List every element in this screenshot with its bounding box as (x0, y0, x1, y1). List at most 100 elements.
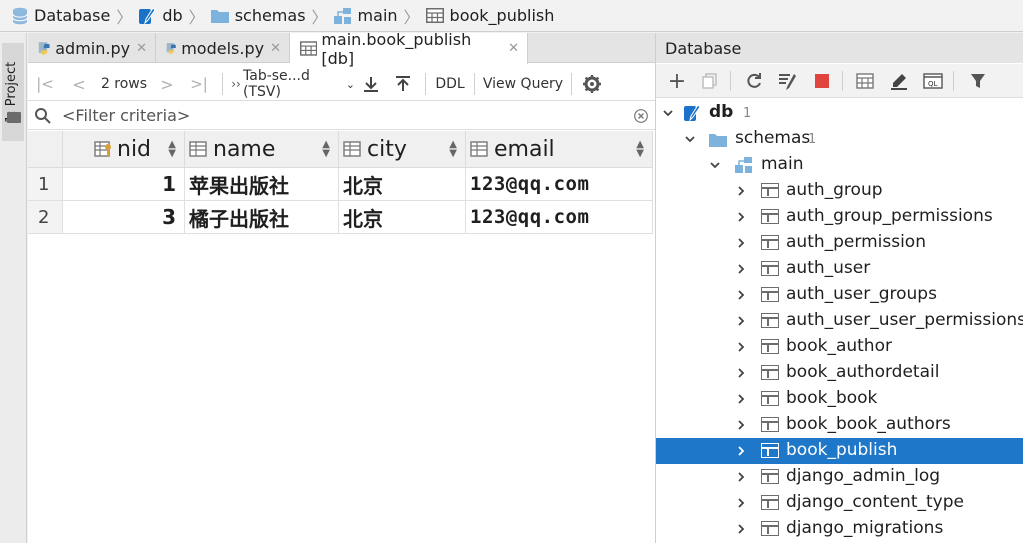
chevron-right-icon[interactable] (735, 393, 747, 405)
chevron-right-icon[interactable] (735, 289, 747, 301)
gear-icon[interactable] (578, 69, 606, 99)
table-icon (761, 339, 779, 354)
project-tool-tab[interactable]: 1: Project (2, 43, 24, 141)
tab-models-py[interactable]: models.py ✕ (156, 33, 290, 63)
export-format-select[interactable]: Tab-se...d (TSV) ⌄ (243, 68, 355, 100)
close-icon[interactable]: ✕ (270, 41, 281, 56)
duplicate-icon[interactable] (699, 70, 721, 92)
chevron-right-icon[interactable] (735, 497, 747, 509)
primary-key-column-icon (94, 141, 111, 157)
chevrons-icon: ›› (231, 77, 241, 91)
column-header-name[interactable]: name ▲ ▼ (185, 131, 339, 168)
tree-node-table[interactable]: auth_group_permissions (656, 204, 1023, 230)
download-icon[interactable] (355, 69, 387, 99)
row-number[interactable]: 1 (28, 168, 63, 201)
cell-email[interactable]: 123@qq.com (466, 168, 653, 201)
chevron-right-icon[interactable] (735, 471, 747, 483)
breadcrumb-schemas[interactable]: schemas (210, 0, 306, 32)
edit-icon[interactable] (888, 70, 910, 92)
sort-icon[interactable]: ▲ ▼ (168, 140, 176, 159)
column-header-nid[interactable]: nid ▲ ▼ (63, 131, 185, 168)
filter-input[interactable]: <Filter criteria> (62, 106, 190, 125)
table-icon (425, 8, 444, 23)
tree-node-schemas[interactable]: schemas 1 (656, 126, 1023, 152)
chevron-right-icon[interactable] (735, 315, 747, 327)
tree-node-db[interactable]: db 1 (656, 100, 1023, 126)
column-header-city[interactable]: city ▲ ▼ (339, 131, 466, 168)
chevron-right-icon[interactable] (735, 341, 747, 353)
first-page-icon[interactable]: |< (28, 69, 62, 99)
tree-node-table[interactable]: auth_user (656, 256, 1023, 282)
tab-admin-py[interactable]: admin.py ✕ (28, 33, 156, 63)
tree-node-table[interactable]: auth_group (656, 178, 1023, 204)
tab-main-book-publish[interactable]: main.book_publish [db] ✕ (290, 30, 528, 68)
cell-nid[interactable]: 3 (63, 201, 185, 234)
chevron-right-icon[interactable] (735, 523, 747, 535)
sort-icon[interactable]: ▲ ▼ (322, 140, 330, 159)
cell-name[interactable]: 橘子出版社 (185, 201, 339, 234)
breadcrumb-book-publish[interactable]: book_publish (425, 0, 554, 32)
cell-nid[interactable]: 1 (63, 168, 185, 201)
tree-node-table[interactable]: book_author (656, 334, 1023, 360)
tree-node-label: django_content_type (786, 492, 964, 512)
chevron-right-icon[interactable] (735, 237, 747, 249)
tree-node-table[interactable]: auth_user_user_permissions (656, 308, 1023, 334)
refresh-icon[interactable] (743, 70, 765, 92)
close-icon[interactable]: ✕ (508, 41, 519, 56)
breadcrumb-database[interactable]: Database (12, 0, 110, 32)
folder-icon (7, 112, 21, 123)
row-count[interactable]: 2 rows (96, 69, 152, 99)
stop-icon[interactable] (811, 70, 833, 92)
chevron-down-icon[interactable] (709, 159, 721, 171)
tree-node-table[interactable]: django_content_type (656, 490, 1023, 516)
prev-page-icon[interactable]: < (62, 69, 96, 99)
properties-icon[interactable] (777, 70, 799, 92)
chevron-right-icon[interactable] (735, 185, 747, 197)
table-editor-icon[interactable] (854, 70, 876, 92)
console-icon[interactable]: QL (922, 70, 944, 92)
cell-city[interactable]: 北京 (339, 201, 466, 234)
database-panel-title: Database (656, 33, 1023, 63)
chevron-right-icon[interactable] (735, 263, 747, 275)
row-number[interactable]: 2 (28, 201, 63, 234)
ddl-button[interactable]: DDL (432, 69, 468, 99)
close-icon[interactable]: ✕ (136, 41, 147, 56)
add-icon[interactable]: + (666, 69, 688, 94)
chevron-down-icon[interactable] (684, 133, 696, 145)
breadcrumb-db[interactable]: db (138, 0, 183, 32)
tree-node-label: auth_user_groups (786, 284, 937, 304)
chevron-right-icon[interactable] (735, 419, 747, 431)
tree-node-label: main (761, 154, 804, 174)
chevron-down-icon[interactable] (662, 107, 674, 119)
chevron-right-icon[interactable] (735, 211, 747, 223)
tree-node-table[interactable]: book_book_authors (656, 412, 1023, 438)
cell-name[interactable]: 苹果出版社 (185, 168, 339, 201)
chevron-right-icon[interactable] (735, 367, 747, 379)
tree-node-table[interactable]: book_publish (656, 438, 1023, 464)
filter-icon[interactable] (967, 70, 989, 92)
last-page-icon[interactable]: >| (182, 69, 216, 99)
clear-icon[interactable] (634, 109, 648, 123)
tree-node-table[interactable]: django_admin_log (656, 464, 1023, 490)
tree-node-label: auth_group_permissions (786, 206, 993, 226)
column-header-email[interactable]: email ▲ ▼ (466, 131, 653, 168)
table-icon (761, 391, 779, 406)
sort-icon[interactable]: ▲ ▼ (636, 140, 644, 159)
data-toolbar: |< < 2 rows > >| ›› Tab-se...d (TSV) ⌄ D… (28, 68, 655, 100)
tree-node-table[interactable]: book_authordetail (656, 360, 1023, 386)
tree-node-label: book_author (786, 336, 892, 356)
upload-icon[interactable] (387, 69, 419, 99)
tree-node-table[interactable]: django_migrations (656, 516, 1023, 542)
cell-email[interactable]: 123@qq.com (466, 201, 653, 234)
next-page-icon[interactable]: > (152, 69, 182, 99)
sort-icon[interactable]: ▲ ▼ (449, 140, 457, 159)
tree-node-table[interactable]: auth_permission (656, 230, 1023, 256)
tree-node-main[interactable]: main (656, 152, 1023, 178)
breadcrumb-main[interactable]: main (333, 0, 398, 32)
view-query-button[interactable]: View Query (481, 69, 565, 99)
tree-node-table[interactable]: auth_user_groups (656, 282, 1023, 308)
cell-city[interactable]: 北京 (339, 168, 466, 201)
python-file-icon (166, 43, 176, 54)
tree-node-table[interactable]: book_book (656, 386, 1023, 412)
chevron-right-icon[interactable] (735, 445, 747, 457)
